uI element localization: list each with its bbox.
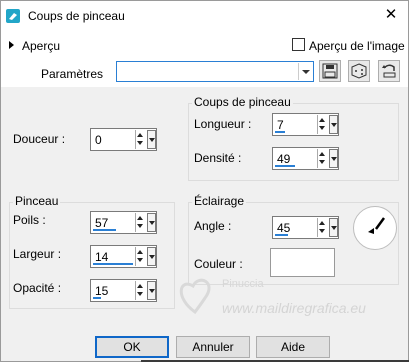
cancel-button[interactable]: Annuler (176, 336, 250, 358)
bristles-label: Poils : (13, 213, 46, 227)
help-button[interactable]: Aide (256, 336, 330, 358)
length-spinbox[interactable]: 7 (272, 113, 339, 136)
brush-group-title: Pinceau (13, 194, 61, 208)
watermark-logo (179, 278, 211, 315)
app-icon (6, 9, 20, 23)
spin-arrows-icon[interactable] (135, 247, 145, 266)
parameters-label: Paramètres (41, 67, 104, 81)
floppy-disk-icon (322, 63, 338, 79)
width-label: Largeur : (13, 247, 62, 261)
density-value[interactable]: 49 (277, 152, 290, 166)
slider-dropdown-icon[interactable] (147, 247, 156, 266)
preview-label[interactable]: Aperçu (22, 39, 60, 53)
opacity-label: Opacité : (13, 281, 62, 295)
spin-arrows-icon[interactable] (317, 218, 327, 237)
reset-preset-button[interactable] (378, 60, 400, 82)
slider-dropdown-icon[interactable] (329, 218, 338, 237)
opacity-spinbox[interactable]: 15 (90, 279, 157, 302)
image-preview-checkbox[interactable] (292, 38, 305, 51)
length-value[interactable]: 7 (277, 118, 284, 132)
watermark: Pinuccia www.maildiregrafica.eu (167, 266, 407, 336)
chevron-down-icon[interactable] (298, 63, 312, 80)
bristles-value[interactable]: 57 (95, 216, 108, 230)
watermark-url: www.maildiregrafica.eu (222, 300, 366, 316)
brushstrokes-group-title: Coups de pinceau (192, 95, 293, 109)
slider-dropdown-icon[interactable] (329, 149, 338, 168)
brushstrokes-dialog: Coups de pinceau ✕ Aperçu Aperçu de l'im… (0, 0, 409, 362)
angle-dial[interactable] (353, 206, 397, 250)
slider-dropdown-icon[interactable] (147, 213, 156, 232)
spin-arrows-icon[interactable] (135, 130, 145, 149)
opacity-value[interactable]: 15 (95, 284, 108, 298)
length-label: Longueur : (194, 117, 252, 131)
parameters-row: Paramètres (1, 59, 408, 87)
slider-dropdown-icon[interactable] (147, 281, 156, 300)
angle-label: Angle : (194, 219, 232, 233)
save-preset-button[interactable] (319, 60, 341, 82)
angle-needle-icon (368, 217, 386, 234)
slider-dropdown-icon[interactable] (147, 130, 156, 149)
spin-arrows-icon[interactable] (135, 213, 145, 232)
random-preset-button[interactable] (348, 60, 370, 82)
width-value[interactable]: 14 (95, 250, 108, 264)
softness-value[interactable]: 0 (95, 133, 102, 147)
window-title: Coups de pinceau (28, 9, 125, 23)
watermark-name: Pinuccia (222, 278, 264, 290)
reset-icon (382, 64, 396, 78)
width-spinbox[interactable]: 14 (90, 245, 157, 268)
lighting-group-title: Éclairage (192, 194, 247, 208)
expand-arrow-icon[interactable] (9, 41, 14, 49)
preset-combobox[interactable] (116, 61, 314, 82)
bristles-spinbox[interactable]: 57 (90, 211, 157, 234)
softness-spinbox[interactable]: 0 (90, 128, 157, 151)
softness-label: Douceur : (13, 132, 66, 146)
spin-arrows-icon[interactable] (317, 149, 327, 168)
image-preview-label[interactable]: Aperçu de l'image (309, 39, 405, 53)
dice-icon (351, 63, 367, 79)
ok-button[interactable]: OK (95, 336, 169, 358)
spin-arrows-icon[interactable] (135, 281, 145, 300)
density-label: Densité : (194, 151, 242, 165)
preview-row: Aperçu Aperçu de l'image (1, 31, 408, 59)
density-spinbox[interactable]: 49 (272, 147, 339, 170)
angle-spinbox[interactable]: 45 (272, 216, 339, 239)
close-button[interactable]: ✕ (378, 3, 404, 27)
angle-value[interactable]: 45 (277, 221, 290, 235)
title-bar: Coups de pinceau ✕ (1, 1, 408, 31)
slider-dropdown-icon[interactable] (329, 115, 338, 134)
spin-arrows-icon[interactable] (317, 115, 327, 134)
